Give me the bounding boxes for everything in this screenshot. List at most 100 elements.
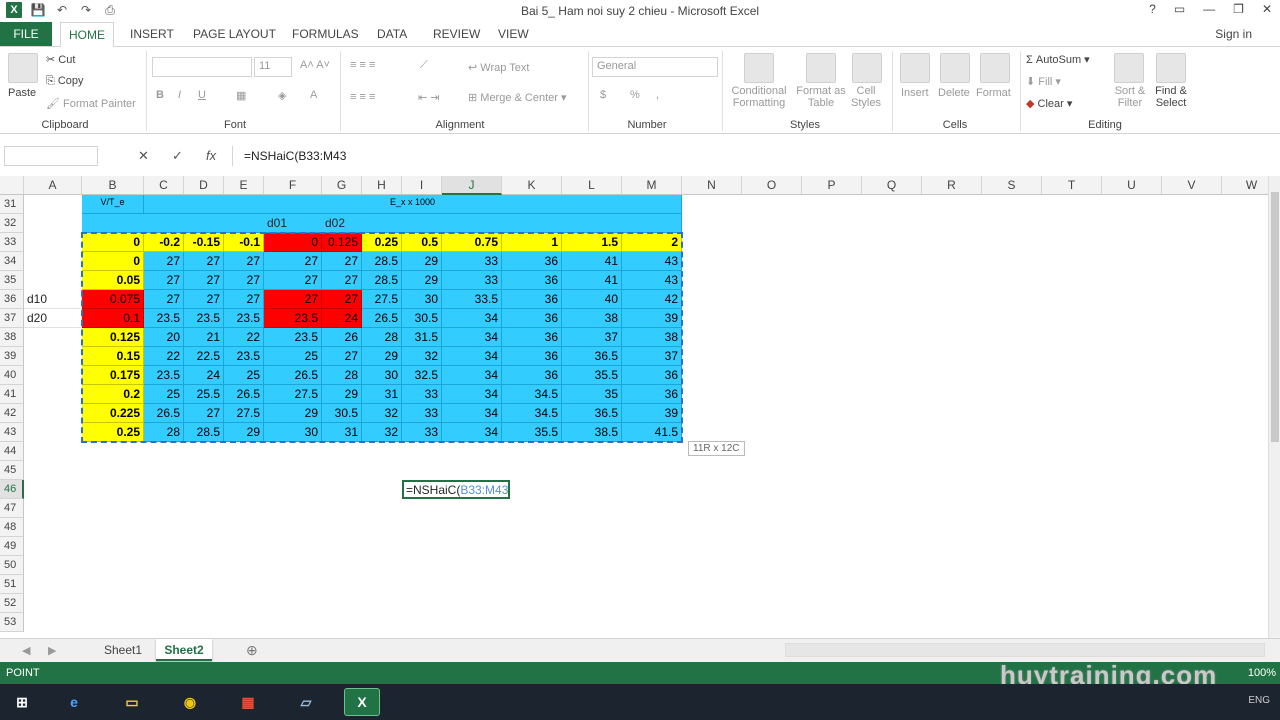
font-name-select[interactable]: [152, 57, 252, 77]
minimize-icon[interactable]: —: [1203, 2, 1215, 16]
language-indicator[interactable]: ENG: [1248, 695, 1270, 706]
tab-page-layout[interactable]: PAGE LAYOUT: [193, 27, 276, 41]
binoculars-icon[interactable]: [1156, 53, 1186, 83]
autosum-button[interactable]: Σ AutoSum ▾: [1026, 53, 1090, 66]
currency-button[interactable]: $: [600, 89, 606, 101]
percent-button[interactable]: %: [630, 89, 640, 101]
column-header-Q[interactable]: Q: [862, 176, 922, 195]
row-header-39[interactable]: 39: [0, 347, 24, 366]
cell-styles-button[interactable]: Cell Styles: [846, 85, 886, 109]
row-header-35[interactable]: 35: [0, 271, 24, 290]
internet-explorer-icon[interactable]: e: [56, 688, 92, 716]
column-header-H[interactable]: H: [362, 176, 402, 195]
row-header-50[interactable]: 50: [0, 556, 24, 575]
tab-review[interactable]: REVIEW: [433, 27, 480, 41]
bold-button[interactable]: B: [156, 89, 164, 101]
column-header-T[interactable]: T: [1042, 176, 1102, 195]
paste-icon[interactable]: [8, 53, 38, 83]
indent-icon[interactable]: ⇤ ⇥: [418, 91, 440, 104]
row-header-44[interactable]: 44: [0, 442, 24, 461]
chrome-icon[interactable]: ◉: [172, 688, 208, 716]
row-header-46[interactable]: 46: [0, 480, 24, 499]
column-header-F[interactable]: F: [264, 176, 322, 195]
close-icon[interactable]: ✕: [1262, 2, 1272, 16]
column-header-K[interactable]: K: [502, 176, 562, 195]
column-header-P[interactable]: P: [802, 176, 862, 195]
column-header-C[interactable]: C: [144, 176, 184, 195]
insert-cells-icon[interactable]: [900, 53, 930, 83]
conditional-formatting-icon[interactable]: [744, 53, 774, 83]
start-icon[interactable]: ⊞: [4, 688, 40, 716]
delete-cells-icon[interactable]: [940, 53, 970, 83]
excel-taskbar-icon[interactable]: X: [344, 688, 380, 716]
zoom-level[interactable]: 100%: [1248, 667, 1276, 679]
column-header-E[interactable]: E: [224, 176, 264, 195]
paste-button[interactable]: Paste: [8, 87, 36, 99]
notepad-icon[interactable]: ▱: [288, 688, 324, 716]
column-header-A[interactable]: A: [24, 176, 82, 195]
sheet-tab-sheet2[interactable]: Sheet2: [156, 639, 212, 661]
comma-button[interactable]: ,: [656, 89, 659, 101]
column-header-D[interactable]: D: [184, 176, 224, 195]
format-as-table-icon[interactable]: [806, 53, 836, 83]
conditional-formatting-button[interactable]: Conditional Formatting: [728, 85, 790, 109]
row-header-33[interactable]: 33: [0, 233, 24, 252]
row-header-48[interactable]: 48: [0, 518, 24, 537]
grow-font-icon[interactable]: A˄ A˅: [300, 59, 330, 71]
cancel-formula-icon[interactable]: ✕: [138, 148, 149, 164]
delete-cells-button[interactable]: Delete: [938, 87, 970, 99]
font-size-select[interactable]: 11: [254, 57, 292, 77]
tab-file[interactable]: FILE: [0, 22, 52, 46]
column-header-J[interactable]: J: [442, 176, 502, 195]
tab-insert[interactable]: INSERT: [130, 27, 174, 41]
add-sheet-icon[interactable]: ⊕: [246, 642, 258, 659]
orientation-icon[interactable]: ⟋: [420, 59, 428, 72]
copy-button[interactable]: ⎘ Copy: [46, 75, 84, 88]
row-header-37[interactable]: 37: [0, 309, 24, 328]
vertical-scrollbar[interactable]: [1268, 176, 1280, 638]
active-edit-cell[interactable]: =NSHaiC(B33:M43: [402, 480, 510, 499]
row-header-43[interactable]: 43: [0, 423, 24, 442]
row-header-47[interactable]: 47: [0, 499, 24, 518]
wrap-text-button[interactable]: ↩ Wrap Text: [468, 61, 529, 74]
fill-button[interactable]: ⬇ Fill ▾: [1026, 75, 1061, 88]
align-top-icon[interactable]: ≡ ≡ ≡: [350, 59, 375, 71]
column-header-W[interactable]: W: [1222, 176, 1268, 195]
horizontal-scrollbar[interactable]: [785, 643, 1265, 657]
row-header-52[interactable]: 52: [0, 594, 24, 613]
column-header-S[interactable]: S: [982, 176, 1042, 195]
next-sheet-icon[interactable]: ▶: [48, 644, 56, 657]
cut-button[interactable]: ✂ Cut: [46, 53, 75, 66]
tab-view[interactable]: VIEW: [498, 27, 529, 41]
column-header-G[interactable]: G: [322, 176, 362, 195]
row-header-41[interactable]: 41: [0, 385, 24, 404]
column-header-M[interactable]: M: [622, 176, 682, 195]
insert-function-icon[interactable]: fx: [206, 148, 216, 163]
fill-color-icon[interactable]: ◈: [278, 89, 286, 102]
font-color-icon[interactable]: A: [310, 89, 317, 101]
tab-formulas[interactable]: FORMULAS: [292, 27, 359, 41]
row-header-42[interactable]: 42: [0, 404, 24, 423]
format-cells-button[interactable]: Format: [976, 87, 1011, 99]
sort-filter-icon[interactable]: [1114, 53, 1144, 83]
align-left-icon[interactable]: ≡ ≡ ≡: [350, 91, 375, 103]
name-box[interactable]: [4, 146, 98, 166]
merge-center-button[interactable]: ⊞ Merge & Center ▾: [468, 91, 567, 104]
format-cells-icon[interactable]: [980, 53, 1010, 83]
column-header-L[interactable]: L: [562, 176, 622, 195]
formula-input-box[interactable]: [232, 146, 1272, 166]
row-header-49[interactable]: 49: [0, 537, 24, 556]
row-header-45[interactable]: 45: [0, 461, 24, 480]
ribbon-display-icon[interactable]: ▭: [1174, 2, 1185, 16]
row-header-51[interactable]: 51: [0, 575, 24, 594]
formula-input[interactable]: =NSHaiC(B33:M43: [244, 149, 346, 163]
sign-in-link[interactable]: Sign in: [1215, 27, 1252, 41]
worksheet-grid[interactable]: A B C D E F G H I J K L M N O P Q R S T U V W 31 32 33 34 35 36 37 38 3…: [0, 176, 1268, 638]
italic-button[interactable]: I: [178, 89, 181, 101]
row-header-38[interactable]: 38: [0, 328, 24, 347]
tab-data[interactable]: DATA: [377, 27, 407, 41]
clear-button[interactable]: ◆ Clear ▾: [1026, 97, 1072, 110]
underline-button[interactable]: U: [198, 89, 206, 101]
insert-cells-button[interactable]: Insert: [901, 87, 929, 99]
row-header-36[interactable]: 36: [0, 290, 24, 309]
